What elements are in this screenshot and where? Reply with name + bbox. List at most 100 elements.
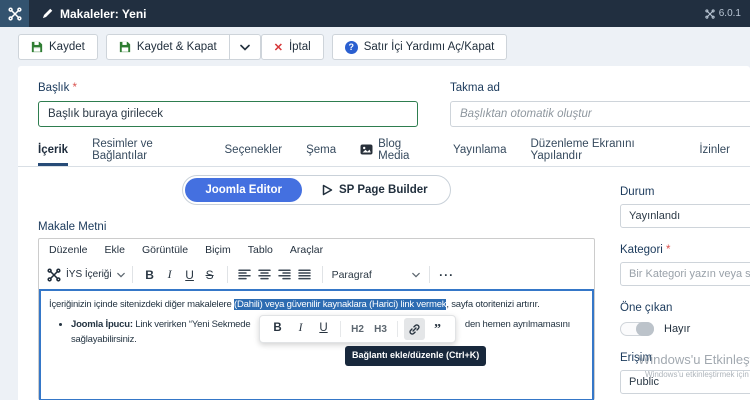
more-tools-button[interactable]: ··· (437, 264, 457, 286)
help-icon: ? (345, 41, 358, 54)
article-settings-sidebar: Durum Yayınlandı Kategori * Öne çıkan Ha… (620, 167, 750, 400)
access-select[interactable]: Public (620, 370, 750, 394)
access-label: Erişim (620, 352, 652, 364)
tab-izinler[interactable]: İzinler (699, 134, 730, 166)
editor-content-area[interactable]: İçeriğinizin içinde sitenizdeki diğer ma… (39, 289, 594, 400)
chevron-down-icon (412, 272, 420, 278)
quick-h3-button[interactable]: H3 (370, 318, 391, 340)
featured-label: Öne çıkan (620, 302, 672, 314)
strikethrough-button[interactable]: S (200, 264, 220, 286)
status-label: Durum (620, 186, 655, 198)
quick-h2-button[interactable]: H2 (347, 318, 368, 340)
pencil-icon (42, 8, 53, 19)
article-form-card: Başlık * Takma ad İçerik Resimler ve Bağ… (18, 66, 750, 400)
tab-secenekler[interactable]: Seçenekler (225, 134, 283, 166)
article-text-label: Makale Metni (38, 221, 595, 233)
italic-button[interactable]: I (160, 264, 180, 286)
category-combobox[interactable] (620, 262, 750, 286)
tab-resimler-ve-baglantilar[interactable]: Resimler ve Bağlantılar (92, 134, 200, 166)
menu-bicim[interactable]: Biçim (205, 244, 231, 256)
align-justify-button[interactable] (295, 264, 315, 286)
editor-toolbar: İYS İçeriği B I U S (39, 260, 594, 289)
editor-menubar: Düzenle Ekle Görüntüle Biçim Tablo Araçl… (39, 239, 594, 260)
save-close-button[interactable]: Kaydet & Kapat (106, 34, 230, 60)
menu-duzenle[interactable]: Düzenle (49, 244, 88, 256)
category-label: Kategori * (620, 244, 671, 256)
editor-paragraph: İçeriğinizin içinde sitenizdeki diğer ma… (49, 298, 584, 312)
menu-goruntule[interactable]: Görüntüle (142, 244, 188, 256)
bold-button[interactable]: B (140, 264, 160, 286)
status-select[interactable]: Yayınlandı (620, 204, 750, 228)
save-options-dropdown-button[interactable] (230, 34, 261, 60)
featured-field: Öne çıkan Hayır (620, 298, 750, 336)
menu-araclar[interactable]: Araçlar (290, 244, 323, 256)
title-input[interactable] (38, 101, 418, 127)
quick-italic-button[interactable]: I (290, 318, 311, 340)
joomla-logo-icon[interactable] (0, 0, 29, 27)
align-left-button[interactable] (235, 264, 255, 286)
inline-help-toggle-button[interactable]: ? Satır İçi Yardımı Aç/Kapat (332, 34, 508, 60)
cancel-x-icon: ✕ (274, 41, 283, 54)
quick-underline-button[interactable]: U (313, 318, 334, 340)
page-title: Makaleler: Yeni (60, 7, 147, 21)
access-field: Erişim Public (620, 348, 750, 394)
save-icon (119, 41, 131, 53)
version-badge: 6.0.1 (705, 0, 741, 27)
selected-text: (Dahili) veya güvenilir kaynaklara (Hari… (234, 299, 446, 310)
version-text: 6.0.1 (719, 8, 741, 19)
alias-input[interactable] (450, 101, 750, 127)
required-asterisk: * (666, 244, 670, 256)
title-label: Başlık * (38, 82, 77, 94)
top-header-bar: Makaleler: Yeni 6.0.1 (0, 0, 750, 27)
joomla-version-icon (705, 9, 715, 19)
link-icon (408, 323, 421, 336)
chevron-down-icon (240, 44, 250, 51)
quick-format-toolbar: B I U H2 H3 (259, 315, 456, 343)
chevron-down-icon (117, 272, 125, 278)
category-input[interactable] (629, 268, 750, 280)
align-right-button[interactable] (275, 264, 295, 286)
sp-page-builder-icon (322, 184, 333, 196)
featured-toggle[interactable] (620, 322, 654, 336)
blockquote-button[interactable]: ” (427, 318, 448, 340)
jys-content-dropdown-button[interactable]: İYS İçeriği (47, 268, 125, 282)
editor-switcher: Joomla Editor SP Page Builder (38, 175, 595, 205)
required-asterisk: * (73, 82, 77, 94)
page-title-group: Makaleler: Yeni (42, 7, 147, 21)
joomla-icon (47, 268, 61, 282)
paragraph-style-select[interactable]: Paragraf (330, 269, 422, 281)
insert-link-button[interactable] (404, 318, 425, 340)
save-label: Kaydet (49, 41, 85, 53)
underline-button[interactable]: U (180, 264, 200, 286)
toolbar-separator (340, 321, 341, 337)
align-center-button[interactable] (255, 264, 275, 286)
tab-duzenleme-ekranini-yapilandir[interactable]: Düzenleme Ekranını Yapılandır (531, 134, 676, 166)
menu-tablo[interactable]: Tablo (248, 244, 273, 256)
toolbar-separator (227, 266, 228, 283)
tab-sema[interactable]: Şema (306, 134, 336, 166)
alias-label: Takma ad (450, 82, 500, 94)
tab-yayinlama[interactable]: Yayınlama (453, 134, 506, 166)
save-icon (31, 41, 43, 53)
editor-column: Joomla Editor SP Page Builder Makale Met… (38, 167, 595, 400)
inline-help-label: Satır İçi Yardımı Aç/Kapat (364, 41, 495, 53)
menu-ekle[interactable]: Ekle (105, 244, 125, 256)
joomla-editor-toggle-button[interactable]: Joomla Editor (185, 178, 302, 202)
cancel-button[interactable]: ✕ İptal (261, 34, 324, 60)
toolbar-separator (322, 266, 323, 283)
tinymce-editor: Düzenle Ekle Görüntüle Biçim Tablo Araçl… (38, 238, 595, 400)
save-button[interactable]: Kaydet (18, 34, 98, 60)
article-tabs: İçerik Resimler ve Bağlantılar Seçenekle… (18, 134, 750, 167)
joomla-admin-article-edit: Makaleler: Yeni 6.0.1 Kaydet Kaydet & Ka (0, 0, 750, 400)
cancel-label: İptal (289, 41, 311, 53)
featured-value: Hayır (664, 323, 690, 335)
tab-icerik[interactable]: İçerik (38, 134, 68, 166)
quick-bold-button[interactable]: B (267, 318, 288, 340)
tab-blog-media[interactable]: Blog Media (360, 134, 429, 166)
blog-media-icon (360, 144, 373, 155)
toolbar-separator (429, 266, 430, 283)
sp-page-builder-toggle-button[interactable]: SP Page Builder (302, 178, 448, 202)
toggle-knob (636, 322, 654, 336)
save-close-split-button: Kaydet & Kapat (106, 34, 261, 60)
alias-field-group: Takma ad (450, 78, 750, 127)
